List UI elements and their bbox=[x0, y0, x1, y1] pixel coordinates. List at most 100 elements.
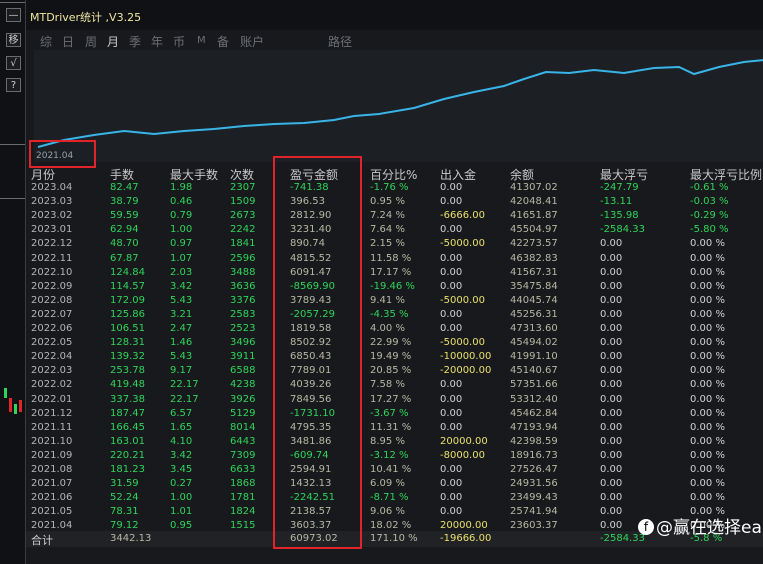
cell-flow: 0.00 bbox=[440, 196, 463, 208]
cell-balance: 41991.10 bbox=[510, 351, 558, 363]
cell-balance: 53312.40 bbox=[510, 393, 558, 405]
cell-pct: 4.00 % bbox=[370, 323, 405, 334]
cell-count: 2673 bbox=[230, 210, 256, 222]
cell-count: 3488 bbox=[230, 266, 256, 278]
col-header-month[interactable]: 月份 bbox=[31, 166, 55, 183]
table-row: 2023.01 62.94 1.00 2242 3231.40 7.64 % 0.00 455… bbox=[26, 224, 763, 238]
cell-max-drawdown-pct: 0.00 % bbox=[690, 365, 725, 377]
cell-pct: 6.09 % bbox=[370, 478, 405, 490]
cell-flow: 0.00 bbox=[440, 266, 463, 278]
cell-lots: 106.51 bbox=[110, 323, 145, 334]
candle-icon bbox=[14, 404, 17, 414]
cell-flow: 0.00 bbox=[440, 464, 463, 475]
cell-count: 6588 bbox=[230, 365, 256, 377]
cell-flow: -5000.00 bbox=[440, 238, 485, 250]
cell-flow: 0.00 bbox=[440, 308, 463, 320]
minimize-button[interactable]: — bbox=[6, 8, 21, 22]
cell-flow: -5000.00 bbox=[440, 294, 485, 306]
tab-summary[interactable]: 综 bbox=[40, 33, 52, 50]
table-row: 2022.05 128.31 1.46 3496 8502.92 22.99 % -5000… bbox=[26, 337, 763, 351]
cell-max-drawdown: 0.00 bbox=[600, 266, 623, 278]
table-row: 2021.07 31.59 0.27 1868 1432.13 6.09 % 0.00 249… bbox=[26, 478, 763, 492]
cell-balance: 35475.84 bbox=[510, 280, 558, 292]
cell-lots: 78.31 bbox=[110, 506, 139, 518]
cell-max-lots: 1.00 bbox=[170, 492, 193, 504]
cell-max-lots: 6.57 bbox=[170, 407, 193, 419]
cell-lots: 166.45 bbox=[110, 421, 145, 433]
cell-month: 2022.06 bbox=[31, 323, 73, 334]
cell-lots: 114.57 bbox=[110, 280, 145, 292]
cell-max-drawdown: 0.00 bbox=[600, 238, 623, 250]
table-row: 2021.12 187.47 6.57 5129 -1731.10 -3.67 % 0.00… bbox=[26, 408, 763, 422]
tab-month[interactable]: 月 bbox=[107, 33, 119, 50]
cell-flow: -10000.00 bbox=[440, 351, 492, 363]
cell-month: 2021.11 bbox=[31, 421, 73, 433]
tab-account[interactable]: 账户 bbox=[240, 33, 264, 50]
cell-max-drawdown: 0.00 bbox=[600, 407, 623, 419]
equity-curve-svg bbox=[37, 59, 763, 148]
cell-flow: 0.00 bbox=[440, 393, 463, 405]
cell-count: 3496 bbox=[230, 337, 256, 349]
cell-pct: 0.95 % bbox=[370, 196, 405, 208]
cell-max-drawdown-pct: 0.00 % bbox=[690, 449, 725, 461]
cell-balance: 24931.56 bbox=[510, 478, 558, 490]
cell-max-lots: 0.46 bbox=[170, 196, 193, 208]
cell-balance: 47193.94 bbox=[510, 421, 558, 433]
tab-path[interactable]: 路径 bbox=[328, 33, 352, 50]
cell-max-drawdown-pct: 0.00 % bbox=[690, 478, 725, 490]
cell-max-lots: 4.10 bbox=[170, 435, 193, 447]
cell-month: 2021.04 bbox=[31, 520, 73, 532]
cell-balance: 45462.84 bbox=[510, 407, 558, 419]
cell-count: 5129 bbox=[230, 407, 256, 419]
cell-lots: 31.59 bbox=[110, 478, 139, 490]
cell-pct: -4.35 % bbox=[370, 308, 409, 320]
col-header-max-lots[interactable]: 最大手数 bbox=[170, 166, 218, 183]
title-bar[interactable]: MTDriver统计 ,V3.25 bbox=[26, 0, 763, 30]
cell-pct: 10.41 % bbox=[370, 464, 412, 475]
col-header-max-drawdown[interactable]: 最大浮亏 bbox=[600, 166, 648, 183]
cell-flow: 0.00 bbox=[440, 224, 463, 236]
help-button[interactable]: ? bbox=[6, 78, 21, 92]
move-button[interactable]: 移 bbox=[6, 33, 21, 47]
table-row: 2022.07 125.86 3.21 2583 -2057.29 -4.35 % 0.00… bbox=[26, 309, 763, 323]
tab-day[interactable]: 日 bbox=[62, 33, 74, 50]
tab-notes[interactable]: 备 bbox=[217, 33, 229, 50]
cell-pct: 9.06 % bbox=[370, 506, 405, 518]
col-header-count[interactable]: 次数 bbox=[230, 166, 254, 183]
check-button[interactable]: √ bbox=[6, 56, 21, 70]
watermark-text: @赢在选择ea bbox=[656, 518, 762, 538]
cell-count: 1841 bbox=[230, 238, 256, 250]
tab-year[interactable]: 年 bbox=[151, 33, 163, 50]
cell-month: 2023.04 bbox=[31, 182, 73, 193]
cell-pct: -19.46 % bbox=[370, 280, 415, 292]
cell-pct: 8.95 % bbox=[370, 435, 405, 447]
cell-flow: 0.00 bbox=[440, 421, 463, 433]
cell-lots: 163.01 bbox=[110, 435, 145, 447]
cell-lots: 253.78 bbox=[110, 365, 145, 377]
cell-max-drawdown: -2584.33 bbox=[600, 224, 645, 236]
col-header-lots[interactable]: 手数 bbox=[110, 166, 134, 183]
tab-m[interactable]: M bbox=[197, 35, 206, 46]
tab-quarter[interactable]: 季 bbox=[129, 33, 141, 50]
cell-pct: 17.27 % bbox=[370, 393, 412, 405]
cell-count: 1509 bbox=[230, 196, 256, 208]
cell-lots: 337.38 bbox=[110, 393, 145, 405]
col-header-max-drawdown-pct[interactable]: 最大浮亏比例 bbox=[690, 166, 762, 183]
col-header-flow[interactable]: 出入金 bbox=[440, 166, 476, 183]
divider bbox=[0, 2, 25, 3]
cell-flow: 0.00 bbox=[440, 323, 463, 334]
tab-week[interactable]: 周 bbox=[85, 33, 97, 50]
cell-flow: -20000.00 bbox=[440, 365, 492, 377]
cell-max-drawdown-pct: 0.00 % bbox=[690, 308, 725, 320]
cell-pct: -3.12 % bbox=[370, 449, 409, 461]
col-header-balance[interactable]: 余额 bbox=[510, 166, 534, 183]
col-header-pct[interactable]: 百分比% bbox=[370, 166, 417, 183]
cell-max-drawdown-pct: 0.00 % bbox=[690, 393, 725, 405]
tab-currency[interactable]: 币 bbox=[173, 33, 185, 50]
cell-month: 2022.04 bbox=[31, 351, 73, 363]
cell-max-drawdown: 0.00 bbox=[600, 337, 623, 349]
window-title: MTDriver统计 ,V3.25 bbox=[30, 11, 142, 24]
table-row: 2023.03 38.79 0.46 1509 396.53 0.95 % 0.00 4204… bbox=[26, 196, 763, 210]
cell-max-drawdown-pct: -0.61 % bbox=[690, 182, 729, 193]
cell-balance: 23603.37 bbox=[510, 520, 558, 532]
